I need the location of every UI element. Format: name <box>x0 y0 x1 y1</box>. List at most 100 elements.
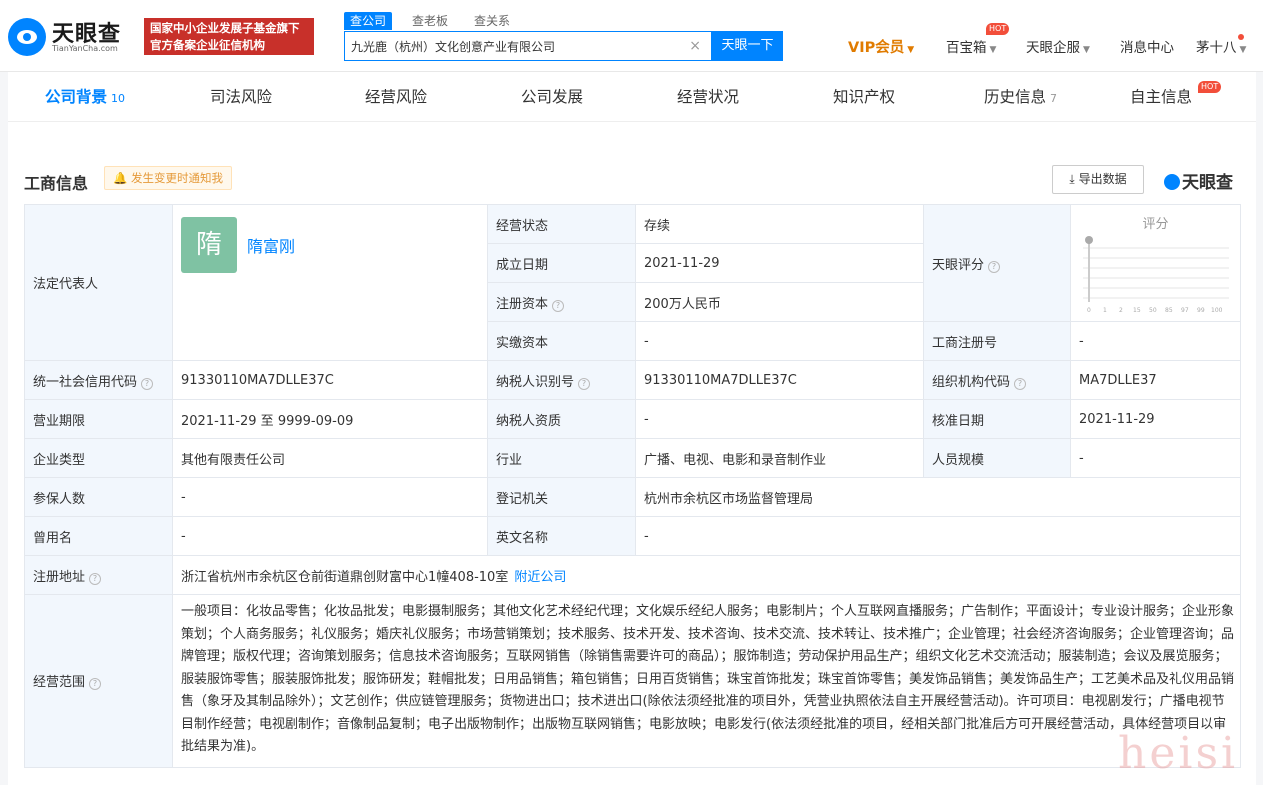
established-value: 2021-11-29 <box>635 243 924 283</box>
help-icon[interactable]: ? <box>89 678 102 691</box>
tab-history[interactable]: 历史信息 7 <box>984 72 1057 122</box>
chevron-down-icon: ▼ <box>989 45 997 55</box>
score-marker <box>1085 236 1093 244</box>
score-cell: 评分 0 1 2 15 50 85 97 99 100 <box>1070 204 1241 322</box>
help-icon[interactable]: ? <box>89 572 102 585</box>
former-name-label: 曾用名 <box>24 516 173 556</box>
help-icon[interactable]: ? <box>988 260 1001 273</box>
staff-value: - <box>1070 438 1241 478</box>
reg-capital-label: 注册资本 <box>496 296 549 312</box>
industry-value: 广播、电视、电影和录音制作业 <box>635 438 924 478</box>
search-tab-boss[interactable]: 查老板 <box>406 12 454 30</box>
notify-on-change-button[interactable]: 🔔 发生变更时通知我 <box>104 166 232 190</box>
scale-tick: 100 <box>1211 307 1223 314</box>
chevron-down-icon: ▼ <box>1083 45 1090 55</box>
message-center-link[interactable]: 消息中心 <box>1120 36 1174 56</box>
address-label: 注册地址 <box>33 569 86 585</box>
tab-label: 历史信息 <box>984 88 1047 106</box>
staff-label: 人员规模 <box>923 438 1071 478</box>
help-icon[interactable]: ? <box>141 377 154 390</box>
vip-menu[interactable]: VIP会员 ▼ <box>848 36 914 57</box>
taxpayer-id-value: 91330110MA7DLLE37C <box>635 360 924 400</box>
table-row: 法定代表人 隋隋富刚 经营状态 存续 天眼评分? 评分 0 1 2 15 50 … <box>24 204 1241 361</box>
chevron-down-icon: ▼ <box>1239 45 1247 55</box>
export-label: 导出数据 <box>1078 172 1127 186</box>
insured-label: 参保人数 <box>24 477 173 517</box>
tab-company-development[interactable]: 公司发展 <box>521 72 583 122</box>
credit-code-value: 91330110MA7DLLE37C <box>172 360 488 400</box>
legal-rep-cell: 隋隋富刚 <box>172 204 488 361</box>
search-input[interactable]: 九光鹿（杭州）文化创意产业有限公司 × <box>344 31 712 61</box>
tab-label: 经营状况 <box>677 88 740 106</box>
help-icon[interactable]: ? <box>578 377 591 390</box>
table-row: 参保人数 - 登记机关 杭州市余杭区市场监督管理局 <box>24 477 1241 517</box>
score-title: 评分 <box>1142 217 1169 232</box>
reg-no-value: - <box>1070 321 1241 361</box>
search-tab-company[interactable]: 查公司 <box>344 12 393 30</box>
section-title: 工商信息 <box>24 174 89 193</box>
legal-rep-name-link[interactable]: 隋富刚 <box>247 233 295 257</box>
scale-tick: 50 <box>1149 307 1157 314</box>
scale-tick: 97 <box>1181 307 1189 314</box>
scope-label-cell: 经营范围? <box>24 594 173 768</box>
scale-tick: 1 <box>1103 307 1107 314</box>
approval-label: 核准日期 <box>923 399 1071 439</box>
enterprise-service-menu[interactable]: 天眼企服 ▼ <box>1026 36 1090 56</box>
enterprise-service-label: 天眼企服 <box>1026 40 1080 56</box>
tab-label: 公司背景 <box>45 88 108 106</box>
nearby-companies-link[interactable]: 附近公司 <box>514 570 566 585</box>
taxpayer-id-label: 纳税人识别号 <box>496 374 575 390</box>
table-row: 曾用名 - 英文名称 - <box>24 516 1241 556</box>
search-input-value[interactable]: 九光鹿（杭州）文化创意产业有限公司 <box>351 38 681 55</box>
tianyancha-logo[interactable]: 天眼查 TianYanCha.com <box>8 14 136 60</box>
tab-label: 知识产权 <box>833 88 896 106</box>
avatar: 隋 <box>181 217 237 273</box>
tab-intellectual-property[interactable]: 知识产权 <box>833 72 895 122</box>
taxpayer-id-label-cell: 纳税人识别号? <box>487 360 636 400</box>
address-value: 浙江省杭州市余杭区仓前街道鼎创财富中心1幢408-10室 <box>181 569 509 585</box>
term-value: 2021-11-29 至 9999-09-09 <box>172 399 488 439</box>
status-label: 经营状态 <box>487 204 636 244</box>
reg-no-label: 工商注册号 <box>923 321 1071 361</box>
type-label: 企业类型 <box>24 438 173 478</box>
business-info-panel: 工商信息 🔔 发生变更时通知我 ⤓ 导出数据 天眼查 法定代表人 隋隋富刚 经营… <box>8 122 1256 785</box>
tab-self-info[interactable]: 自主信息 <box>1130 72 1192 122</box>
reg-capital-label-cell: 注册资本? <box>487 282 636 322</box>
tab-company-background[interactable]: 公司背景 10 <box>45 72 125 122</box>
top-header: 天眼查 TianYanCha.com 国家中小企业发展子基金旗下 官方备案企业征… <box>0 0 1263 72</box>
search-button[interactable]: 天眼一下 <box>712 31 783 61</box>
authority-label: 登记机关 <box>487 477 636 517</box>
term-label: 营业期限 <box>24 399 173 439</box>
status-value: 存续 <box>635 204 924 244</box>
watermark: heisi <box>1118 728 1239 779</box>
table-row: 企业类型 其他有限责任公司 行业 广播、电视、电影和录音制作业 人员规模 - <box>24 438 1241 478</box>
company-section-tabs: 公司背景 10 司法风险 经营风险 公司发展 经营状况 知识产权 历史信息 7 自主… <box>8 72 1256 122</box>
table-row: 营业期限 2021-11-29 至 9999-09-09 纳税人资质 - 核准日… <box>24 399 1241 439</box>
help-icon[interactable]: ? <box>1014 377 1027 390</box>
clear-icon[interactable]: × <box>689 38 701 54</box>
search-tab-relation[interactable]: 查关系 <box>468 12 516 30</box>
toolbox-menu[interactable]: 百宝箱 ▼ <box>946 36 996 56</box>
credit-code-label: 统一社会信用代码 <box>33 374 138 390</box>
scale-tick: 99 <box>1197 307 1205 314</box>
export-data-button[interactable]: ⤓ 导出数据 <box>1052 165 1144 194</box>
help-icon[interactable]: ? <box>552 299 565 312</box>
official-banner[interactable]: 国家中小企业发展子基金旗下 官方备案企业征信机构 <box>144 18 314 55</box>
tab-operating-risk[interactable]: 经营风险 <box>365 72 427 122</box>
tab-judicial-risk[interactable]: 司法风险 <box>210 72 272 122</box>
type-value: 其他有限责任公司 <box>172 438 488 478</box>
score-label: 天眼评分 <box>932 257 985 273</box>
score-gauge-chart: 0 1 2 15 50 85 97 99 100 <box>1083 236 1229 314</box>
tab-label: 自主信息 <box>1130 88 1193 106</box>
paid-capital-value: - <box>635 321 924 361</box>
business-scope-value: 一般项目：化妆品零售；化妆品批发；电影摄制服务；其他文化艺术经纪代理；文化娱乐经… <box>172 594 1241 768</box>
scale-tick: 15 <box>1133 307 1141 314</box>
taxpayer-qual-value: - <box>635 399 924 439</box>
address-cell: 浙江省杭州市余杭区仓前街道鼎创财富中心1幢408-10室 附近公司 <box>172 555 1241 595</box>
scale-tick: 0 <box>1087 307 1091 314</box>
paid-capital-label: 实缴资本 <box>487 321 636 361</box>
tab-operating-status[interactable]: 经营状况 <box>677 72 739 122</box>
approval-value: 2021-11-29 <box>1070 399 1241 439</box>
scale-tick: 2 <box>1119 307 1123 314</box>
tab-count: 10 <box>111 92 126 105</box>
